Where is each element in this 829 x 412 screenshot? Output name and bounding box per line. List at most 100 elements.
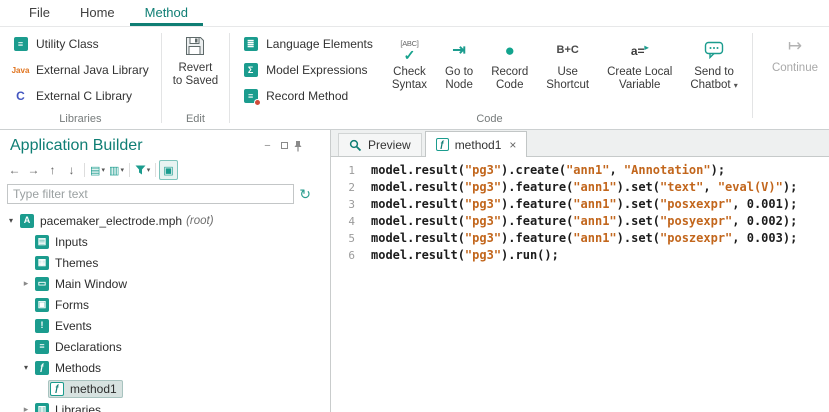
code-line[interactable]: 2model.result("pg3").feature("ann1").set… <box>331 179 829 196</box>
continue-button[interactable]: ↦ Continue <box>767 27 823 124</box>
panel-header: Application Builder − <box>0 130 318 157</box>
tab-file[interactable]: File <box>14 0 65 26</box>
tree-item-inputs[interactable]: ▤Inputs <box>0 231 318 252</box>
method-icon: ƒ <box>50 382 64 396</box>
variable-arrow-mark: ▸ <box>645 43 649 52</box>
create-local-variable-button[interactable]: a=▸ Create Local Variable <box>602 31 677 95</box>
edit-group-label: Edit <box>164 112 227 129</box>
node-group-menu-button[interactable]: ▥ ▾ <box>107 160 126 180</box>
tree-item-method1[interactable]: ƒmethod1 <box>0 378 318 399</box>
record-method-button[interactable]: ≡ Record Method <box>232 83 383 109</box>
refresh-icon[interactable]: ↻ <box>299 187 311 201</box>
nav-forward-button[interactable]: → <box>24 160 43 180</box>
ribbon-group-continue: ↦ Continue <box>750 27 827 129</box>
tree-item-declarations[interactable]: ≡Declarations <box>0 336 318 357</box>
show-tree-menu-button[interactable]: ▤ ▾ <box>88 160 107 180</box>
record-code-icon: ● <box>505 42 515 59</box>
nav-back-button[interactable]: ← <box>5 160 24 180</box>
editor-tools-toggle-button[interactable]: ▣ <box>159 160 178 180</box>
tab-home[interactable]: Home <box>65 0 130 26</box>
record-code-button[interactable]: ● Record Code <box>486 31 533 95</box>
code-area[interactable]: 1model.result("pg3").create("ann1", "Ann… <box>331 157 829 412</box>
ribbon-divider <box>229 33 230 123</box>
chatbot-bubble-icon <box>704 34 724 66</box>
check-syntax-button[interactable]: [ABC] ✓ Check Syntax <box>387 31 432 95</box>
tree-item-label: Libraries <box>55 403 101 412</box>
filter-row: ↻ <box>0 182 318 208</box>
filter-input[interactable] <box>7 184 294 204</box>
utility-class-button[interactable]: ≡ Utility Class <box>2 31 159 57</box>
language-elements-icon: ≣ <box>242 36 259 52</box>
use-shortcut-icon: B+C <box>557 44 579 56</box>
themes-icon: ▦ <box>35 256 49 270</box>
tree-item-suffix: (root) <box>186 215 213 227</box>
code-line[interactable]: 5model.result("pg3").feature("ann1").set… <box>331 230 829 247</box>
panel-title: Application Builder <box>10 137 259 155</box>
tree-caret-expanded-icon[interactable]: ▾ <box>19 363 33 372</box>
revert-label-line2: to Saved <box>173 75 218 88</box>
code-text: model.result("pg3").feature("ann1").set(… <box>359 179 797 196</box>
line-number: 2 <box>331 179 359 196</box>
move-down-button[interactable]: ↓ <box>62 160 81 180</box>
application-icon: A <box>20 214 34 228</box>
code-line[interactable]: 3model.result("pg3").feature("ann1").set… <box>331 196 829 213</box>
forms-icon: ▣ <box>35 298 49 312</box>
tree-item-themes[interactable]: ▦Themes <box>0 252 318 273</box>
tree-item-methods[interactable]: ▾ƒMethods <box>0 357 318 378</box>
tree-item-label: Forms <box>55 298 89 312</box>
tree-item-label: Events <box>55 319 92 333</box>
method-editor: Preview ƒ method1 × 1model.result("pg3")… <box>330 130 829 412</box>
code-text: model.result("pg3").feature("ann1").set(… <box>359 196 797 213</box>
tab-preview[interactable]: Preview <box>338 133 422 156</box>
model-expressions-button[interactable]: Σ Model Expressions <box>232 57 383 83</box>
tree-item-main-window[interactable]: ▸▭Main Window <box>0 273 318 294</box>
close-tab-icon[interactable]: × <box>509 138 516 152</box>
tree-item-forms[interactable]: ▣ Forms <box>0 294 318 315</box>
chevron-down-icon: ▾ <box>734 81 738 90</box>
code-text: model.result("pg3").feature("ann1").set(… <box>359 213 797 230</box>
revert-label-line1: Revert <box>178 62 212 75</box>
code-line[interactable]: 1model.result("pg3").create("ann1", "Ann… <box>331 162 829 179</box>
tab-method1[interactable]: ƒ method1 × <box>425 131 528 157</box>
app-builder-toolbar: ← → ↑ ↓ ▤ ▾ ▥ ▾ ▾ <box>0 157 318 182</box>
c-language-icon: C <box>12 88 29 104</box>
tree-item-label: Main Window <box>55 277 127 291</box>
panel-minimize-icon[interactable]: − <box>259 140 276 152</box>
tree-item-events[interactable]: !Events <box>0 315 318 336</box>
tree-caret-collapsed-icon[interactable]: ▸ <box>19 278 33 289</box>
tree-item-pacemaker-electrode-mph[interactable]: ▾Apacemaker_electrode.mph(root) <box>0 210 318 231</box>
external-c-library-button[interactable]: C External C Library <box>2 83 159 109</box>
filter-menu-button[interactable]: ▾ <box>133 160 152 180</box>
external-java-library-button[interactable]: Java External Java Library <box>2 57 159 83</box>
code-line[interactable]: 4model.result("pg3").feature("ann1").set… <box>331 213 829 230</box>
application-window: File Home Method ≡ Utility Class Java Ex… <box>0 0 829 412</box>
ribbon-divider <box>161 33 162 123</box>
code-line[interactable]: 6model.result("pg3").run(); <box>331 247 829 264</box>
panel-splitter[interactable] <box>318 130 330 412</box>
record-method-icon: ≡ <box>242 88 259 104</box>
go-to-node-button[interactable]: ⇥ Go to Node <box>440 31 478 95</box>
tree-caret-expanded-icon[interactable]: ▾ <box>4 216 18 225</box>
send-to-chatbot-button[interactable]: Send to Chatbot ▾ <box>685 31 743 95</box>
tree-item-libraries[interactable]: ▸▥Libraries <box>0 399 318 412</box>
tab-method[interactable]: Method <box>130 0 203 26</box>
language-elements-button[interactable]: ≣ Language Elements <box>232 31 383 57</box>
revert-to-saved-button[interactable]: Revert to Saved <box>168 27 223 112</box>
tree-caret-collapsed-icon[interactable]: ▸ <box>19 404 33 412</box>
tab-preview-label: Preview <box>368 138 411 152</box>
code-text: model.result("pg3").feature("ann1").set(… <box>359 230 797 247</box>
app-tree: ▾Apacemaker_electrode.mph(root)▤Inputs▦T… <box>0 208 318 412</box>
magnifier-icon <box>349 139 362 152</box>
ribbon-tab-bar: File Home Method <box>0 0 829 27</box>
panel-pin-icon[interactable] <box>293 140 310 152</box>
use-shortcut-button[interactable]: B+C Use Shortcut <box>541 31 594 95</box>
record-dot-icon <box>254 99 261 106</box>
code-text: model.result("pg3").run(); <box>359 247 559 264</box>
ribbon: ≡ Utility Class Java External Java Libra… <box>0 27 829 130</box>
continue-arrow-icon: ↦ <box>788 36 802 56</box>
code-group-label: Code <box>232 112 747 129</box>
node-group-icon: ▥ <box>109 164 119 177</box>
panel-float-icon[interactable] <box>276 140 293 152</box>
move-up-button[interactable]: ↑ <box>43 160 62 180</box>
utility-class-icon: ≡ <box>12 36 29 52</box>
